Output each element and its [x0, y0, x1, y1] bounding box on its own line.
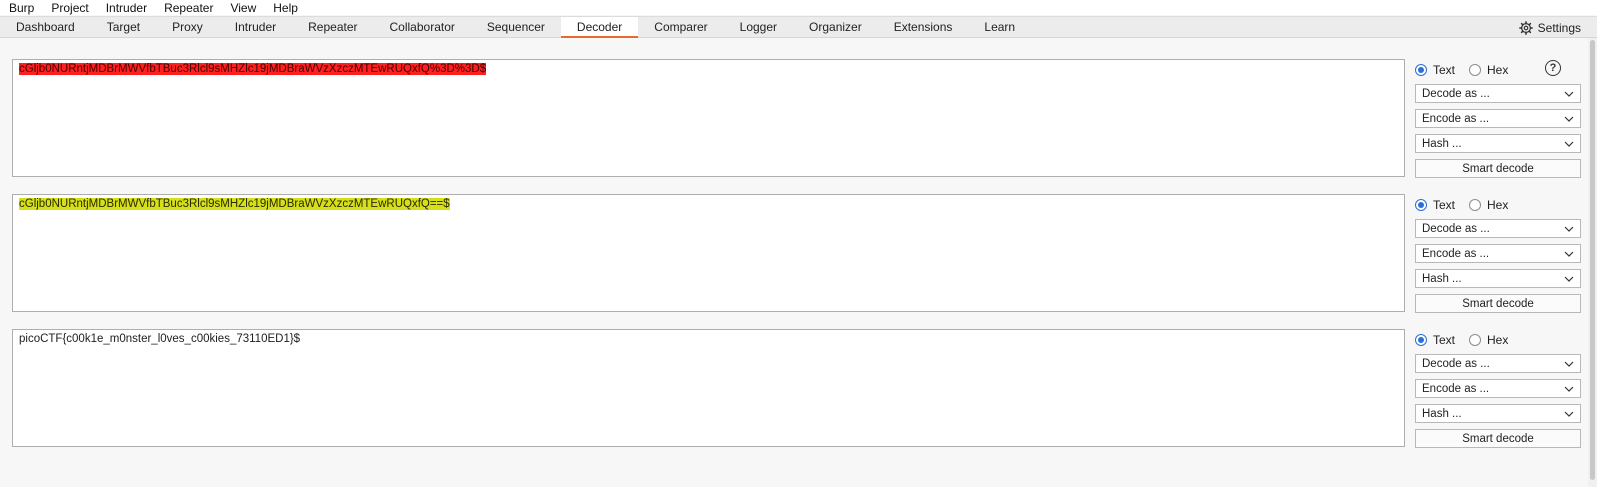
smart-decode-button-2[interactable]: Smart decode	[1415, 294, 1581, 313]
menu-help[interactable]: Help	[263, 1, 305, 15]
decoder-controls-1: Text Hex ? Decode as ... Encode as ... H…	[1415, 59, 1581, 178]
decoder-text-area-1[interactable]: cGljb0NURntjMDBrMWVfbTBuc3Rlcl9sMHZlc19j…	[12, 59, 1405, 177]
help-icon[interactable]: ?	[1545, 60, 1561, 76]
chevron-down-icon	[1564, 276, 1574, 282]
hex-radio-label-1: Hex	[1487, 62, 1509, 77]
decode-as-select-1[interactable]: Decode as ...	[1415, 84, 1581, 103]
menu-burp[interactable]: Burp	[0, 1, 41, 15]
decoder-panel-1: cGljb0NURntjMDBrMWVfbTBuc3Rlcl9sMHZlc19j…	[12, 59, 1581, 178]
hex-radio-2[interactable]	[1469, 198, 1482, 211]
chevron-down-icon	[1564, 226, 1574, 232]
tab-logger[interactable]: Logger	[724, 17, 793, 37]
text-radio-2[interactable]	[1415, 198, 1427, 211]
decode-as-label-3: Decode as ...	[1422, 357, 1490, 370]
hex-radio-label-3: Hex	[1487, 332, 1509, 347]
tab-proxy[interactable]: Proxy	[156, 17, 219, 37]
encode-as-select-3[interactable]: Encode as ...	[1415, 379, 1581, 398]
text-radio-label-2: Text	[1433, 197, 1456, 212]
tab-decoder[interactable]: Decoder	[560, 17, 639, 38]
hash-select-2[interactable]: Hash ...	[1415, 269, 1581, 288]
hex-radio-label-2: Hex	[1487, 197, 1509, 212]
gear-icon	[1518, 21, 1533, 35]
hex-radio-3[interactable]	[1469, 333, 1482, 346]
hash-label-1: Hash ...	[1422, 137, 1462, 150]
smart-decode-button-1[interactable]: Smart decode	[1415, 159, 1581, 178]
tab-repeater[interactable]: Repeater	[292, 17, 373, 37]
decoder-content-2: cGljb0NURntjMDBrMWVfbTBuc3Rlcl9sMHZlc19j…	[19, 198, 450, 210]
scrollbar-thumb[interactable]	[1590, 40, 1595, 480]
text-radio-label-3: Text	[1433, 332, 1456, 347]
chevron-down-icon	[1564, 91, 1574, 97]
text-radio-3[interactable]	[1415, 333, 1427, 346]
encode-as-label-1: Encode as ...	[1422, 112, 1490, 125]
tab-comparer[interactable]: Comparer	[638, 17, 723, 37]
main-tab-bar: Dashboard Target Proxy Intruder Repeater…	[0, 16, 1597, 38]
encode-as-label-3: Encode as ...	[1422, 382, 1490, 395]
decoder-panel-2: cGljb0NURntjMDBrMWVfbTBuc3Rlcl9sMHZlc19j…	[12, 194, 1581, 313]
mode-radio-group-1: Text Hex ?	[1415, 60, 1581, 78]
decoder-controls-3: Text Hex Decode as ... Encode as ... Has…	[1415, 329, 1581, 448]
hex-radio-1[interactable]	[1469, 63, 1482, 76]
decode-as-label-2: Decode as ...	[1422, 222, 1490, 235]
decoder-text-area-2[interactable]: cGljb0NURntjMDBrMWVfbTBuc3Rlcl9sMHZlc19j…	[12, 194, 1405, 312]
decode-as-select-3[interactable]: Decode as ...	[1415, 354, 1581, 373]
decode-as-label-1: Decode as ...	[1422, 87, 1490, 100]
settings-button[interactable]: Settings	[1518, 17, 1581, 39]
decode-as-select-2[interactable]: Decode as ...	[1415, 219, 1581, 238]
chevron-down-icon	[1564, 361, 1574, 367]
menu-project[interactable]: Project	[41, 1, 95, 15]
decoder-controls-2: Text Hex Decode as ... Encode as ... Has…	[1415, 194, 1581, 313]
menu-bar: Burp Project Intruder Repeater View Help	[0, 0, 1597, 15]
tab-collaborator[interactable]: Collaborator	[374, 17, 471, 37]
encode-as-select-1[interactable]: Encode as ...	[1415, 109, 1581, 128]
menu-repeater[interactable]: Repeater	[154, 1, 220, 15]
smart-decode-button-3[interactable]: Smart decode	[1415, 429, 1581, 448]
tab-target[interactable]: Target	[91, 17, 156, 37]
tab-learn[interactable]: Learn	[968, 17, 1031, 37]
mode-radio-group-3: Text Hex	[1415, 331, 1581, 348]
menu-view[interactable]: View	[220, 1, 263, 15]
mode-radio-group-2: Text Hex	[1415, 196, 1581, 213]
text-radio-label-1: Text	[1433, 62, 1456, 77]
settings-label: Settings	[1537, 21, 1581, 35]
tab-dashboard[interactable]: Dashboard	[0, 17, 91, 37]
hash-select-1[interactable]: Hash ...	[1415, 134, 1581, 153]
chevron-down-icon	[1564, 251, 1574, 257]
tab-intruder[interactable]: Intruder	[219, 17, 292, 37]
text-radio-1[interactable]	[1415, 63, 1427, 76]
menu-intruder[interactable]: Intruder	[96, 1, 154, 15]
decoder-content-3: picoCTF{c00k1e_m0nster_l0ves_c00kies_731…	[19, 333, 301, 345]
decoder-content-1: cGljb0NURntjMDBrMWVfbTBuc3Rlcl9sMHZlc19j…	[19, 63, 487, 75]
decoder-panel-3: picoCTF{c00k1e_m0nster_l0ves_c00kies_731…	[12, 329, 1581, 448]
hash-label-2: Hash ...	[1422, 272, 1462, 285]
chevron-down-icon	[1564, 411, 1574, 417]
tab-extensions[interactable]: Extensions	[878, 17, 969, 37]
tab-organizer[interactable]: Organizer	[793, 17, 878, 37]
hash-label-3: Hash ...	[1422, 407, 1462, 420]
chevron-down-icon	[1564, 386, 1574, 392]
encode-as-select-2[interactable]: Encode as ...	[1415, 244, 1581, 263]
vertical-scrollbar[interactable]	[1588, 38, 1597, 487]
decoder-text-area-3[interactable]: picoCTF{c00k1e_m0nster_l0ves_c00kies_731…	[12, 329, 1405, 447]
chevron-down-icon	[1564, 116, 1574, 122]
encode-as-label-2: Encode as ...	[1422, 247, 1490, 260]
chevron-down-icon	[1564, 141, 1574, 147]
hash-select-3[interactable]: Hash ...	[1415, 404, 1581, 423]
tab-sequencer[interactable]: Sequencer	[471, 17, 561, 37]
